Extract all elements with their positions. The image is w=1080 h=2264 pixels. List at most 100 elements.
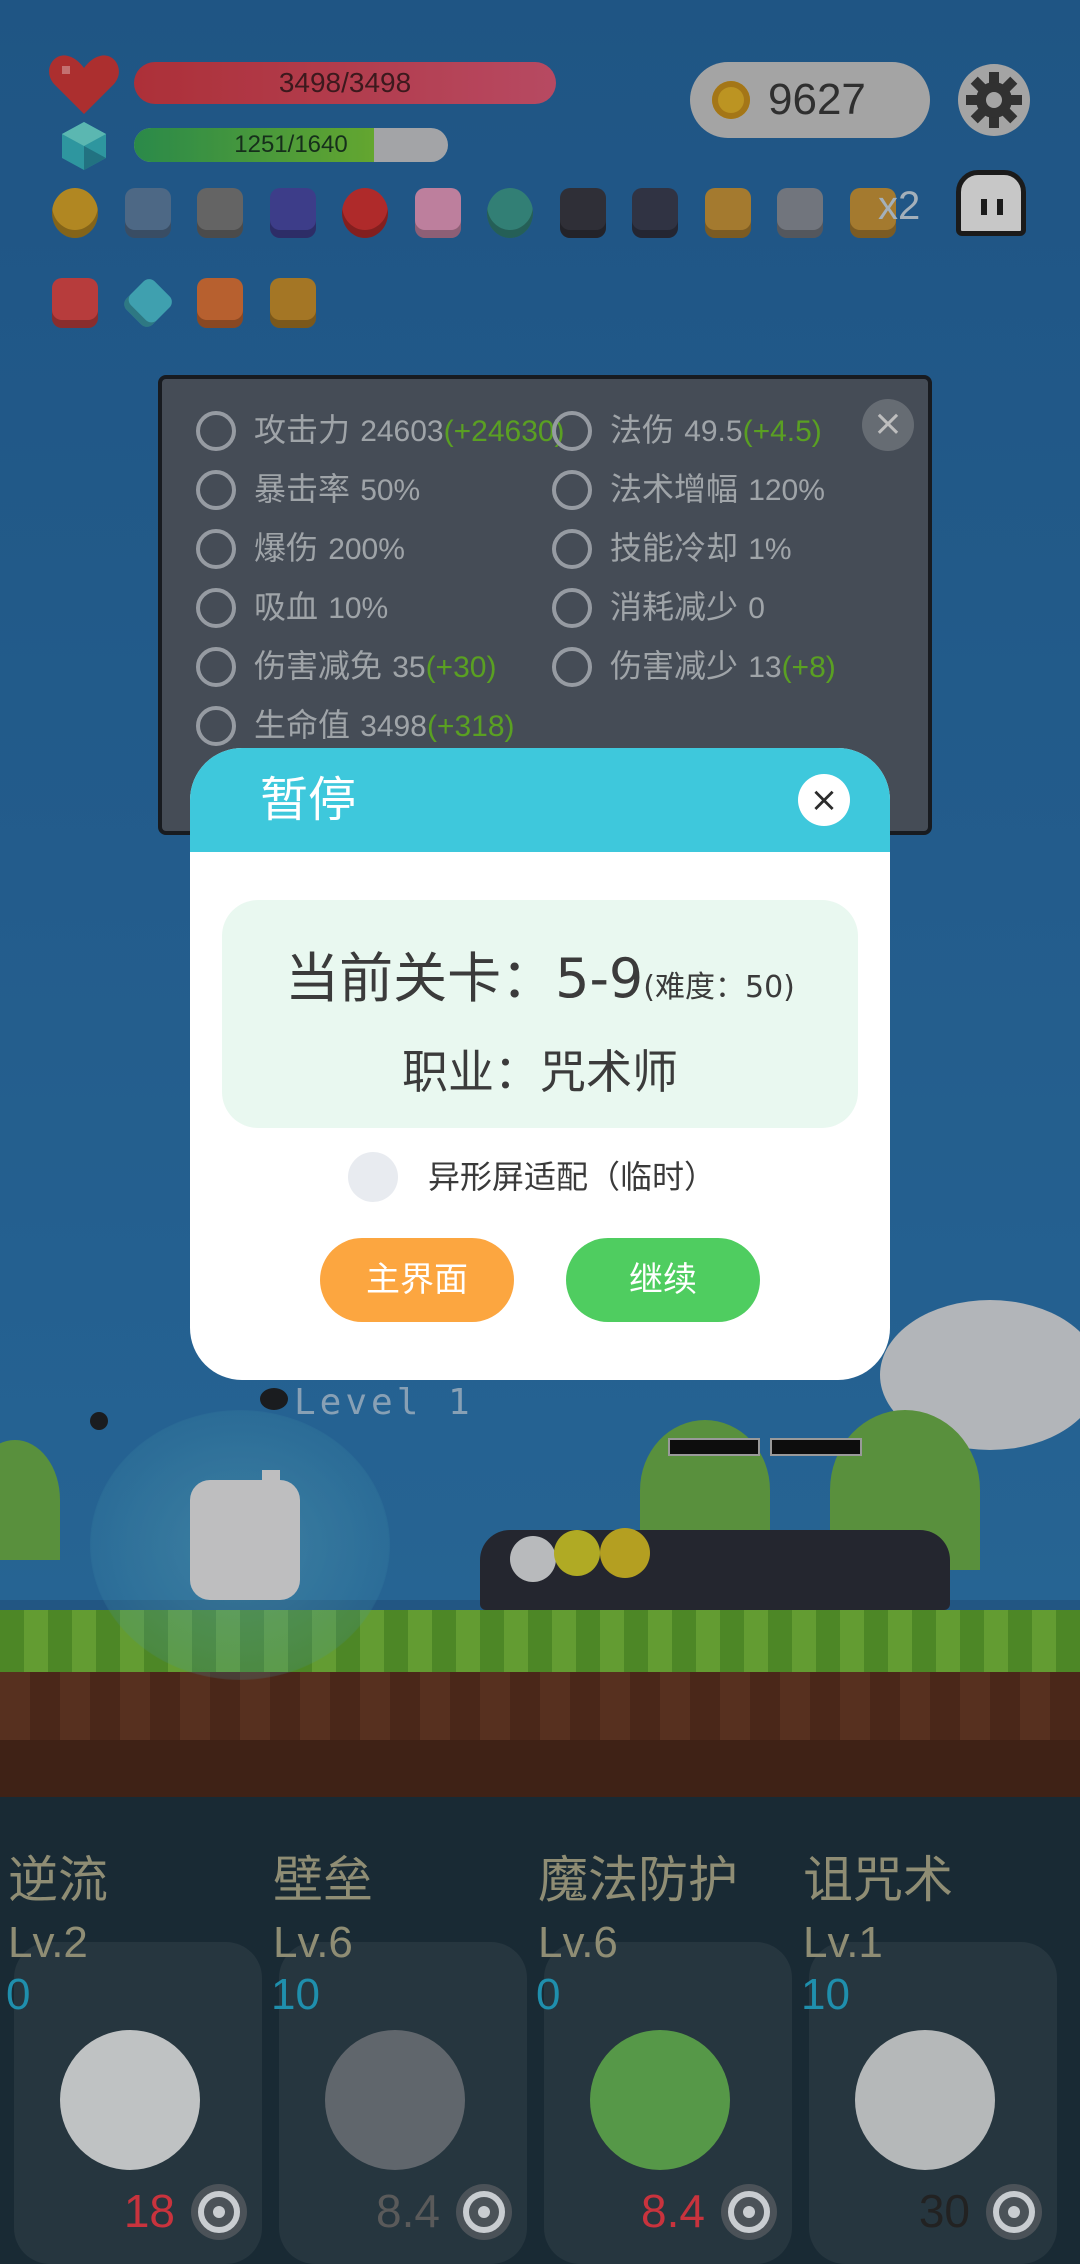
skill-level: Lv.1 bbox=[803, 1918, 883, 1967]
skill-cooldown: 8.4 bbox=[641, 2185, 705, 2237]
apple-icon[interactable] bbox=[336, 180, 394, 246]
mortar-pestle-icon[interactable] bbox=[626, 180, 684, 246]
shield-icon[interactable] bbox=[119, 180, 177, 246]
stat-bonus: (+4.5) bbox=[742, 415, 822, 448]
main-menu-button[interactable]: 主界面 bbox=[320, 1238, 514, 1322]
spiked-mace-icon[interactable] bbox=[191, 180, 249, 246]
stat-value: 0 bbox=[748, 592, 765, 625]
stat-label: 攻击力 bbox=[254, 411, 351, 449]
target-disc-icon[interactable] bbox=[481, 180, 539, 246]
enemy-healthbar bbox=[770, 1438, 862, 1456]
skill-slot[interactable]: 魔法防护 Lv.6 0 8.4 bbox=[530, 1840, 795, 2264]
floating-level-text: Level 1 bbox=[294, 1382, 474, 1423]
fist-gauntlet-icon[interactable] bbox=[699, 180, 757, 246]
stat-value: 200% bbox=[328, 533, 405, 566]
stat-label: 法伤 bbox=[610, 411, 675, 449]
armor-icon bbox=[325, 2030, 465, 2170]
lightning-icon bbox=[552, 470, 592, 510]
stat-label: 伤害减免 bbox=[254, 647, 383, 685]
enemy-eye bbox=[510, 1536, 556, 1582]
player-character bbox=[190, 1480, 300, 1600]
wizard-hat-icon[interactable] bbox=[264, 180, 322, 246]
magic-sun-icon bbox=[552, 411, 592, 451]
stat-value: 3498 bbox=[360, 710, 427, 743]
enemy-eye bbox=[600, 1528, 650, 1578]
stat-row: 吸血 10% bbox=[196, 582, 536, 632]
diamond-gem-icon[interactable] bbox=[119, 270, 177, 336]
skill-cooldown: 8.4 bbox=[376, 2185, 440, 2237]
fire-torch-icon[interactable] bbox=[191, 270, 249, 336]
skill-level: Lv.2 bbox=[8, 1918, 88, 1967]
stat-row: 伤害减少 13(+8) bbox=[552, 641, 892, 691]
vampire-skull-icon bbox=[196, 588, 236, 628]
stat-value: 120% bbox=[748, 474, 825, 507]
skill-name: 逆流 bbox=[8, 1851, 108, 1909]
dark-book-icon[interactable] bbox=[554, 180, 612, 246]
stat-row: 消耗减少 0 bbox=[552, 582, 892, 632]
skill-slot[interactable]: 壁垒 Lv.6 10 8.4 bbox=[265, 1840, 530, 2264]
crossed-swords-icon bbox=[196, 470, 236, 510]
stat-value: 13 bbox=[748, 651, 782, 684]
skill-cooldown: 18 bbox=[123, 2185, 175, 2237]
skill-cost: 10 bbox=[801, 1970, 850, 2019]
stat-label: 消耗减少 bbox=[610, 588, 739, 626]
difficulty: (难度：50) bbox=[643, 970, 795, 1005]
enemy-eye bbox=[554, 1530, 600, 1576]
hourglass-icon bbox=[552, 529, 592, 569]
skill-cost: 0 bbox=[536, 1970, 561, 2019]
pill-capsule-icon[interactable] bbox=[46, 270, 104, 336]
settings-gear-icon[interactable] bbox=[958, 64, 1030, 136]
pause-dialog: 暂停 × 当前关卡：5-9(难度：50) 职业：咒术师 异形屏适配（临时） 主界… bbox=[190, 748, 890, 1380]
notch-adapt-label: 异形屏适配（临时） bbox=[428, 1158, 717, 1196]
magic-wand-icon bbox=[552, 588, 592, 628]
ice-cream-icon[interactable] bbox=[409, 180, 467, 246]
game-speed-toggle[interactable]: x2 bbox=[878, 184, 920, 229]
skill-level: Lv.6 bbox=[273, 1918, 353, 1967]
mana-value: 1251/1640 bbox=[234, 131, 348, 158]
stat-row: 暴击率 50% bbox=[196, 464, 536, 514]
skill-name: 壁垒 bbox=[273, 1851, 373, 1909]
shield-icon bbox=[196, 647, 236, 687]
stat-bonus: (+318) bbox=[426, 710, 515, 743]
ghost-icon[interactable] bbox=[956, 170, 1026, 236]
cooldown-icon bbox=[721, 2184, 777, 2240]
mana-bar: 1251/1640 bbox=[134, 128, 448, 162]
stat-bonus: (+8) bbox=[781, 651, 836, 684]
stat-bonus: (+24630) bbox=[443, 415, 565, 448]
level-info-card: 当前关卡：5-9(难度：50) 职业：咒术师 bbox=[222, 900, 858, 1128]
stat-value: 50% bbox=[360, 474, 421, 507]
health-value: 3498/3498 bbox=[278, 67, 412, 98]
close-button[interactable]: × bbox=[798, 774, 850, 826]
stat-value: 10% bbox=[328, 592, 389, 625]
skill-cost: 0 bbox=[6, 1970, 31, 2019]
stat-label: 伤害减少 bbox=[610, 647, 739, 685]
stat-row: 伤害减免 35(+30) bbox=[196, 641, 536, 691]
skill-name: 诅咒术 bbox=[803, 1851, 953, 1909]
dirt-ground-dark bbox=[0, 1740, 1080, 1797]
wing-icon bbox=[60, 2030, 200, 2170]
stat-label: 生命值 bbox=[254, 706, 351, 744]
gold-coin-icon bbox=[712, 81, 750, 119]
skill-slot[interactable]: 诅咒术 Lv.1 10 30 bbox=[795, 1840, 1060, 2264]
health-bar: 3498/3498 bbox=[134, 62, 556, 104]
stat-row: 法伤 49.5(+4.5) bbox=[552, 405, 892, 455]
gold-book-icon[interactable] bbox=[264, 270, 322, 336]
coin-value: 9627 bbox=[768, 75, 866, 124]
level-label: 当前关卡： bbox=[285, 947, 556, 1010]
cooldown-icon bbox=[986, 2184, 1042, 2240]
level-value: 5-9 bbox=[555, 947, 644, 1010]
crystal-icon bbox=[62, 122, 106, 170]
skill-slot[interactable]: 逆流 Lv.2 0 18 bbox=[0, 1840, 265, 2264]
spiked-mine-icon[interactable] bbox=[771, 180, 829, 246]
stat-bonus: (+30) bbox=[425, 651, 497, 684]
ring-icon[interactable] bbox=[46, 180, 104, 246]
stat-row: 技能冷却 1% bbox=[552, 523, 892, 573]
cooldown-icon bbox=[456, 2184, 512, 2240]
job-class: 职业：咒术师 bbox=[402, 1045, 678, 1099]
cooldown-icon bbox=[191, 2184, 247, 2240]
notch-adapt-checkbox[interactable] bbox=[348, 1152, 398, 1202]
leaf-icon bbox=[590, 2030, 730, 2170]
stat-value: 35 bbox=[392, 651, 426, 684]
smoke-particle bbox=[90, 1412, 108, 1430]
continue-button[interactable]: 继续 bbox=[566, 1238, 760, 1322]
